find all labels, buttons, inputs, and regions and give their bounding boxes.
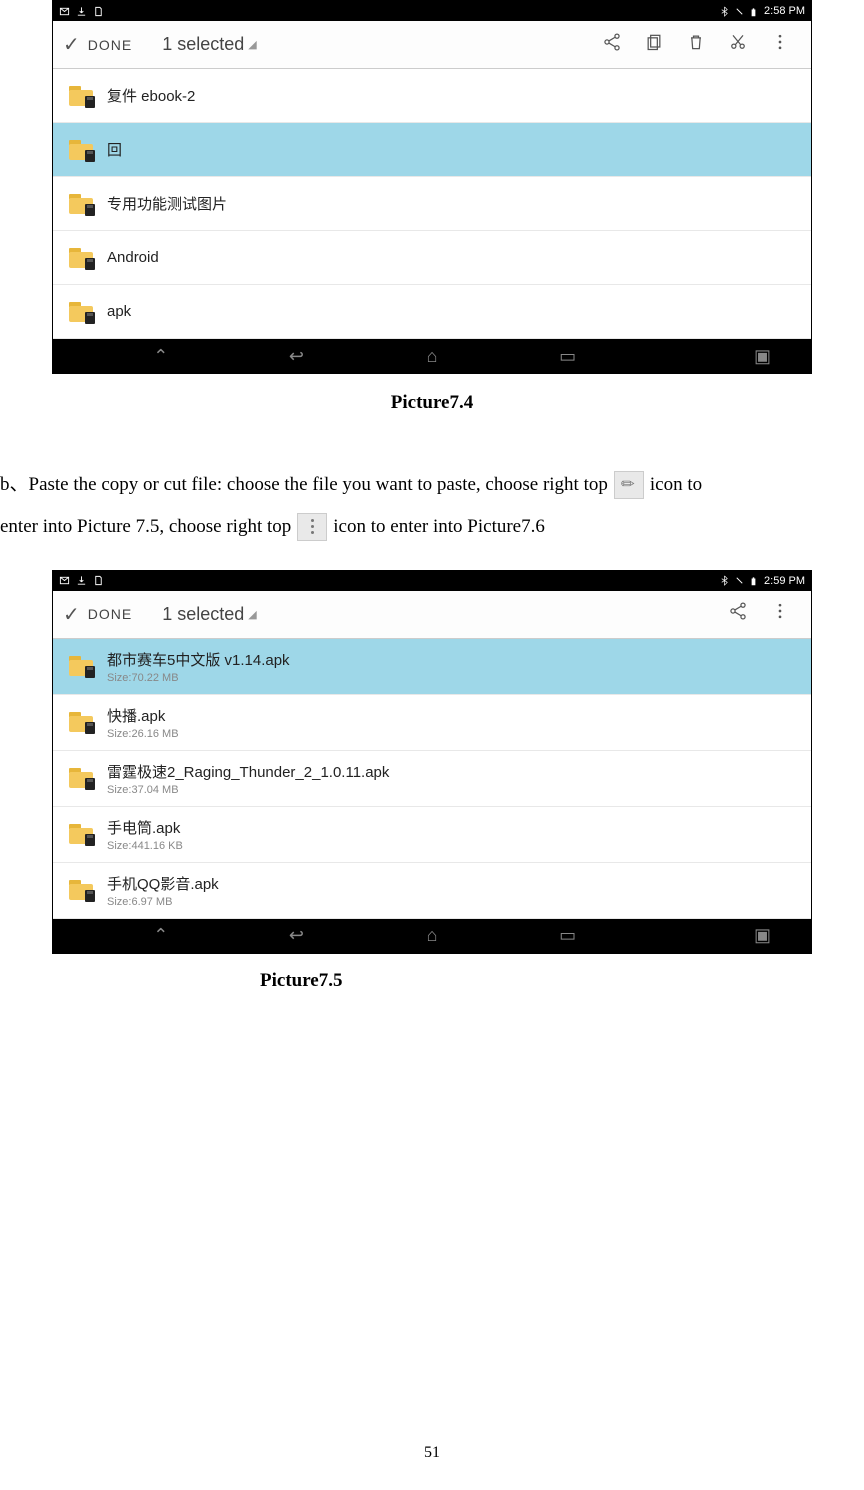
nav-back-icon[interactable]: ↩ [229,925,365,946]
item-size: Size:37.04 MB [107,784,389,796]
item-name: 都市赛车5中文版 v1.14.apk [107,649,290,670]
list-item[interactable]: 复件 ebook-2 [53,69,811,123]
item-name: apk [107,303,131,320]
copy-icon[interactable] [633,32,675,58]
list-item[interactable]: 手机QQ影音.apk Size:6.97 MB [53,863,811,919]
selection-count[interactable]: 1 selected [162,34,244,55]
done-check-icon[interactable]: ✓ [63,602,80,627]
battery-icon [749,6,760,17]
list-item[interactable]: apk [53,285,811,339]
wifi-off-icon [734,575,745,586]
screenshot-7-5: 2:59 PM ✓ DONE 1 selected ◢ 都市赛车5中文版 v1.… [52,570,812,954]
list-item[interactable]: 回 [53,123,811,177]
folder-icon [69,302,93,322]
edit-icon: ✎ [614,471,644,499]
file-list: 复件 ebook-2 回 专用功能测试图片 Android apk [53,69,811,339]
list-item[interactable]: 快播.apk Size:26.16 MB [53,695,811,751]
folder-icon [69,140,93,160]
done-label[interactable]: DONE [88,606,132,622]
action-bar: ✓ DONE 1 selected ◢ [53,21,811,69]
nav-home-icon[interactable]: ⌂ [364,346,500,367]
apk-icon [69,656,93,676]
item-size: Size:441.16 KB [107,840,183,852]
list-item[interactable]: 手电筒.apk Size:441.16 KB [53,807,811,863]
nav-screenshot-icon[interactable]: ▣ [635,346,771,367]
folder-icon [69,248,93,268]
nav-caret-up-icon[interactable]: ⌃ [93,925,229,946]
battery-icon [749,575,760,586]
item-name: 复件 ebook-2 [107,85,195,106]
nav-screenshot-icon[interactable]: ▣ [635,925,771,946]
cut-icon[interactable] [717,32,759,58]
status-bar: 2:59 PM [53,571,811,591]
overflow-icon[interactable] [759,601,801,627]
nav-caret-up-icon[interactable]: ⌃ [93,346,229,367]
selection-count[interactable]: 1 selected [162,604,244,625]
nav-home-icon[interactable]: ⌂ [364,925,500,946]
text-run: icon to [650,464,702,506]
bluetooth-icon [719,575,730,586]
item-size: Size:70.22 MB [107,672,290,684]
apk-icon [69,880,93,900]
download-icon [76,575,87,586]
status-time: 2:58 PM [764,5,805,17]
wifi-off-icon [734,6,745,17]
list-item[interactable]: Android [53,231,811,285]
item-name: 回 [107,139,122,160]
body-text: b、Paste the copy or cut file: choose the… [0,464,864,548]
file-list: 都市赛车5中文版 v1.14.apk Size:70.22 MB 快播.apk … [53,639,811,919]
action-bar: ✓ DONE 1 selected ◢ [53,591,811,639]
delete-icon[interactable] [675,32,717,58]
folder-icon [69,86,93,106]
nav-recent-icon[interactable]: ▭ [500,346,636,367]
folder-icon [69,194,93,214]
bluetooth-icon [719,6,730,17]
status-time: 2:59 PM [764,575,805,587]
overflow-icon[interactable] [759,32,801,58]
item-name: 手机QQ影音.apk [107,873,219,894]
item-name: 快播.apk [107,705,179,726]
text-run: enter into Picture 7.5, choose right top [0,506,291,548]
apk-icon [69,768,93,788]
system-nav-bar: ⌃ ↩ ⌂ ▭ ▣ [53,919,811,953]
figure-caption: Picture7.4 [0,392,864,414]
text-run: icon to enter into Picture7.6 [333,506,545,548]
list-item[interactable]: 都市赛车5中文版 v1.14.apk Size:70.22 MB [53,639,811,695]
list-item[interactable]: 专用功能测试图片 [53,177,811,231]
item-size: Size:6.97 MB [107,896,219,908]
item-name: Android [107,249,159,266]
screenshot-7-4: 2:58 PM ✓ DONE 1 selected ◢ [52,0,812,374]
item-name: 雷霆极速2_Raging_Thunder_2_1.0.11.apk [107,761,389,782]
download-icon [76,6,87,17]
share-icon[interactable] [591,32,633,58]
caret-down-icon[interactable]: ◢ [248,608,256,621]
item-name: 手电筒.apk [107,817,183,838]
nav-back-icon[interactable]: ↩ [229,346,365,367]
overflow-icon [297,513,327,541]
nav-recent-icon[interactable]: ▭ [500,925,636,946]
status-bar: 2:58 PM [53,1,811,21]
apk-icon [69,824,93,844]
system-nav-bar: ⌃ ↩ ⌂ ▭ ▣ [53,339,811,373]
done-label[interactable]: DONE [88,37,132,53]
done-check-icon[interactable]: ✓ [63,32,80,57]
share-icon[interactable] [717,601,759,627]
caret-down-icon[interactable]: ◢ [248,38,256,51]
sdcard-icon [93,575,104,586]
page-number: 51 [0,1444,864,1462]
item-size: Size:26.16 MB [107,728,179,740]
figure-caption: Picture7.5 [260,970,864,992]
email-icon [59,575,70,586]
text-run: b、Paste the copy or cut file: choose the… [0,464,608,506]
apk-icon [69,712,93,732]
list-item[interactable]: 雷霆极速2_Raging_Thunder_2_1.0.11.apk Size:3… [53,751,811,807]
item-name: 专用功能测试图片 [107,193,227,214]
sdcard-icon [93,6,104,17]
email-icon [59,6,70,17]
